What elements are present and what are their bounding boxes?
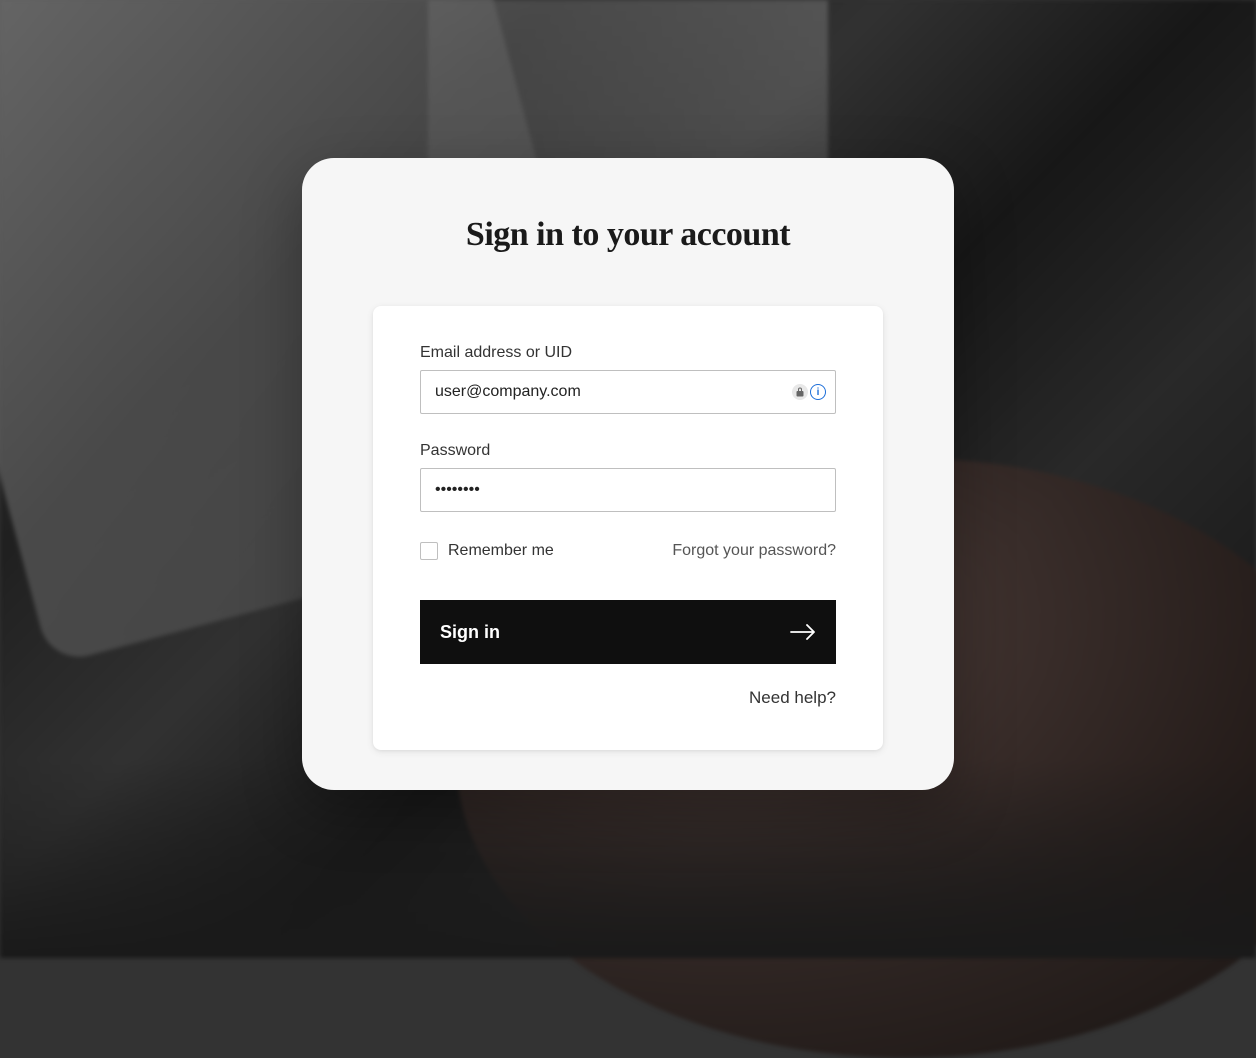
password-label: Password <box>420 442 836 460</box>
signin-card: Sign in to your account Email address or… <box>302 158 954 790</box>
options-row: Remember me Forgot your password? <box>420 542 836 560</box>
signin-button-label: Sign in <box>440 622 500 643</box>
email-input-wrapper: i <box>420 370 836 414</box>
password-field-group: Password <box>420 442 836 512</box>
arrow-right-icon <box>790 623 816 641</box>
email-label: Email address or UID <box>420 344 836 362</box>
lock-icon[interactable] <box>792 384 808 400</box>
remember-me-label[interactable]: Remember me <box>448 542 554 560</box>
card-title: Sign in to your account <box>466 216 790 254</box>
need-help-link[interactable]: Need help? <box>420 688 836 708</box>
password-manager-icons: i <box>792 384 826 400</box>
info-icon[interactable]: i <box>810 384 826 400</box>
email-field-group: Email address or UID i <box>420 344 836 414</box>
remember-me-checkbox[interactable] <box>420 542 438 560</box>
email-input[interactable] <box>420 370 836 414</box>
remember-me-wrapper: Remember me <box>420 542 554 560</box>
signin-form-panel: Email address or UID i Password Remember… <box>373 306 883 750</box>
password-input[interactable] <box>420 468 836 512</box>
forgot-password-link[interactable]: Forgot your password? <box>672 542 836 560</box>
signin-button[interactable]: Sign in <box>420 600 836 664</box>
